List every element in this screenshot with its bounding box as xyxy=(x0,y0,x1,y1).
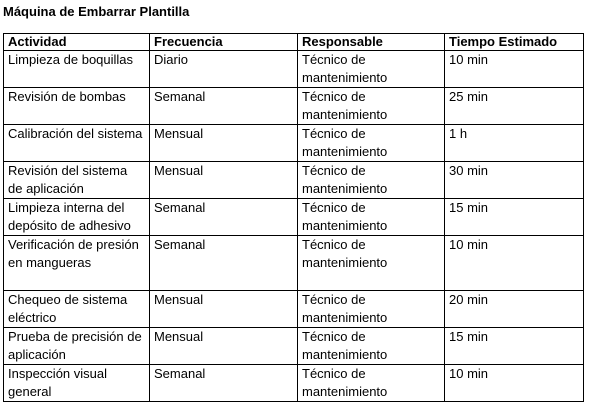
cell-actividad: Verificación de presión en mangueras xyxy=(3,235,150,291)
document-title: Máquina de Embarrar Plantilla xyxy=(3,4,190,19)
cell-tiempo: 20 min xyxy=(444,290,584,328)
cell-tiempo: 15 min xyxy=(444,327,584,365)
cell-frecuencia: Mensual xyxy=(149,124,298,162)
cell-tiempo: 1 h xyxy=(444,124,584,162)
cell-responsable: Técnico de mantenimiento xyxy=(297,290,445,328)
table-row: Inspección visual general Semanal Técnic… xyxy=(3,364,584,402)
cell-frecuencia: Diario xyxy=(149,50,298,88)
cell-frecuencia: Semanal xyxy=(149,235,298,291)
cell-frecuencia: Semanal xyxy=(149,198,298,236)
table-row: Verificación de presión en mangueras Sem… xyxy=(3,235,584,291)
cell-responsable: Técnico de mantenimiento xyxy=(297,364,445,402)
cell-responsable: Técnico de mantenimiento xyxy=(297,198,445,236)
header-tiempo-estimado: Tiempo Estimado xyxy=(444,33,584,51)
cell-responsable: Técnico de mantenimiento xyxy=(297,50,445,88)
cell-responsable: Técnico de mantenimiento xyxy=(297,87,445,125)
table-row: Calibración del sistema Mensual Técnico … xyxy=(3,124,584,162)
cell-actividad: Inspección visual general xyxy=(3,364,150,402)
cell-tiempo: 15 min xyxy=(444,198,584,236)
cell-actividad: Limpieza interna del depósito de adhesiv… xyxy=(3,198,150,236)
cell-actividad: Prueba de precisión de aplicación xyxy=(3,327,150,365)
cell-frecuencia: Mensual xyxy=(149,290,298,328)
cell-responsable: Técnico de mantenimiento xyxy=(297,327,445,365)
cell-responsable: Técnico de mantenimiento xyxy=(297,161,445,199)
header-responsable: Responsable xyxy=(297,33,445,51)
cell-tiempo: 10 min xyxy=(444,50,584,88)
cell-tiempo: 10 min xyxy=(444,235,584,291)
table-row: Prueba de precisión de aplicación Mensua… xyxy=(3,327,584,365)
header-actividad: Actividad xyxy=(3,33,150,51)
table-row: Limpieza interna del depósito de adhesiv… xyxy=(3,198,584,236)
cell-responsable: Técnico de mantenimiento xyxy=(297,235,445,291)
header-frecuencia: Frecuencia xyxy=(149,33,298,51)
cell-tiempo: 25 min xyxy=(444,87,584,125)
table-row: Limpieza de boquillas Diario Técnico de … xyxy=(3,50,584,88)
cell-actividad: Revisión de bombas xyxy=(3,87,150,125)
cell-actividad: Limpieza de boquillas xyxy=(3,50,150,88)
table-header-row: Actividad Frecuencia Responsable Tiempo … xyxy=(3,33,584,51)
cell-frecuencia: Semanal xyxy=(149,87,298,125)
cell-tiempo: 10 min xyxy=(444,364,584,402)
cell-actividad: Chequeo de sistema eléctrico xyxy=(3,290,150,328)
cell-frecuencia: Mensual xyxy=(149,161,298,199)
cell-actividad: Calibración del sistema xyxy=(3,124,150,162)
maintenance-table: Actividad Frecuencia Responsable Tiempo … xyxy=(3,33,584,402)
table-row: Revisión de bombas Semanal Técnico de ma… xyxy=(3,87,584,125)
cell-frecuencia: Mensual xyxy=(149,327,298,365)
cell-actividad: Revisión del sistema de aplicación xyxy=(3,161,150,199)
table-row: Revisión del sistema de aplicación Mensu… xyxy=(3,161,584,199)
table-row: Chequeo de sistema eléctrico Mensual Téc… xyxy=(3,290,584,328)
cell-tiempo: 30 min xyxy=(444,161,584,199)
cell-responsable: Técnico de mantenimiento xyxy=(297,124,445,162)
cell-frecuencia: Semanal xyxy=(149,364,298,402)
